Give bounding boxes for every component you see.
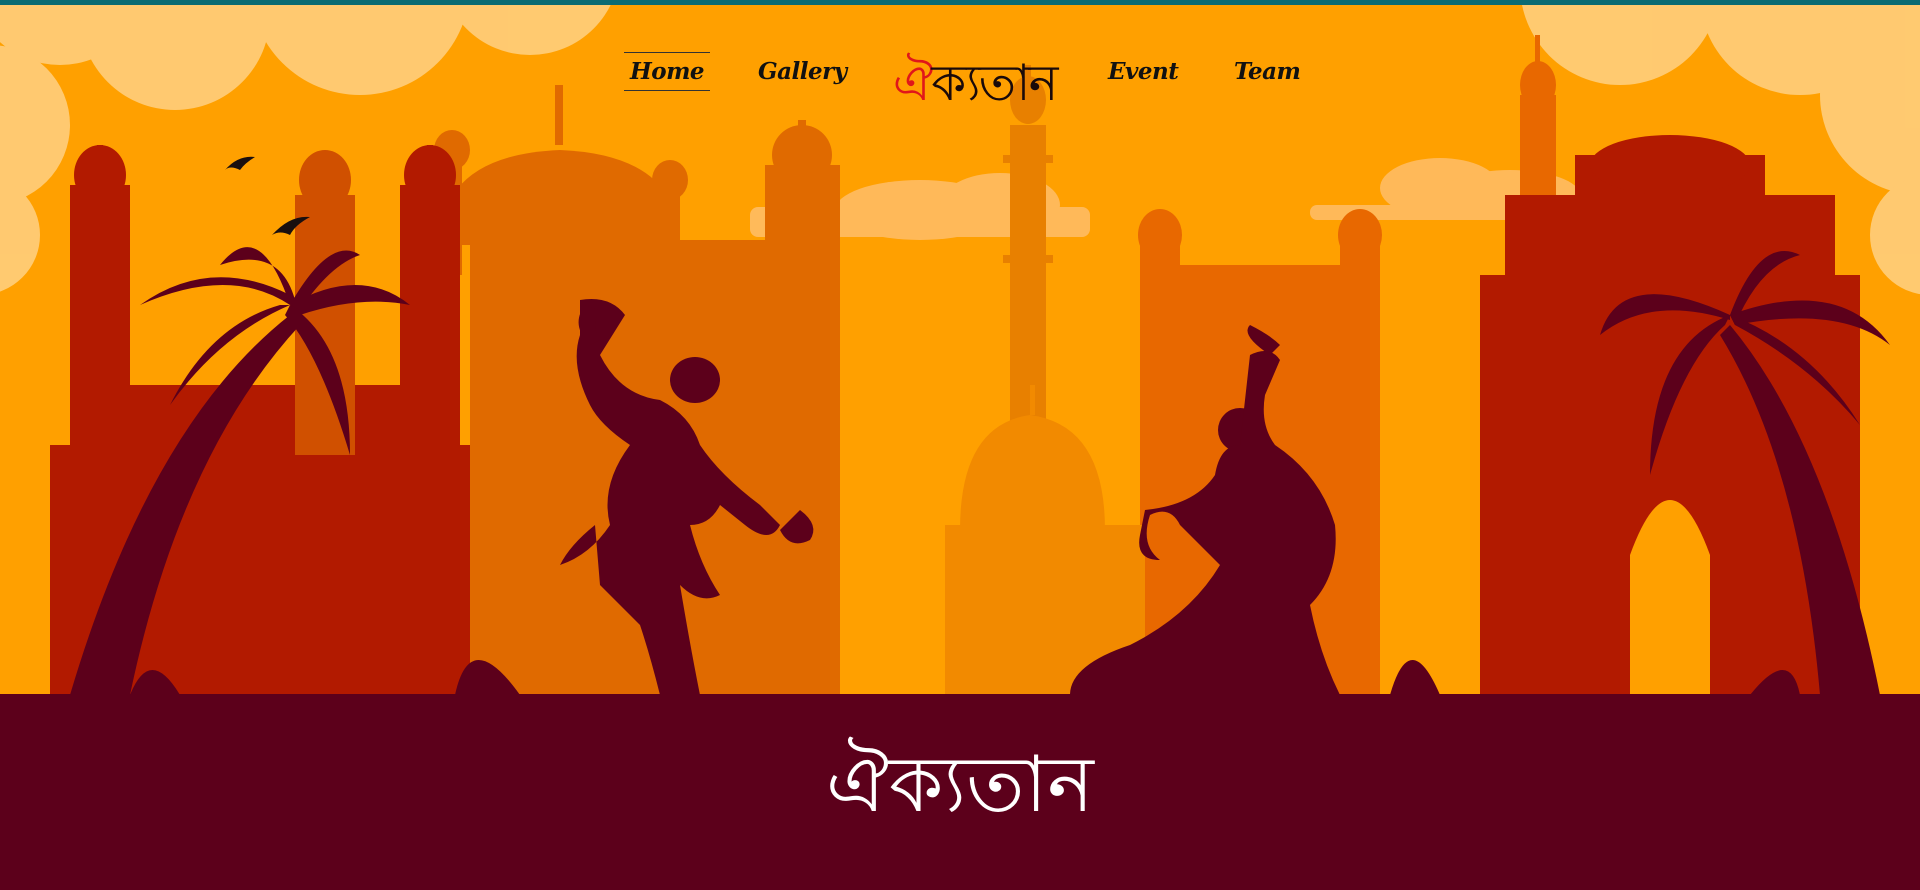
top-strip bbox=[0, 0, 1920, 5]
nav-gallery-link[interactable]: Gallery bbox=[758, 58, 847, 85]
brand-logo-rest: ক্যতান bbox=[931, 54, 1058, 112]
brand-logo-initial: ঐ bbox=[893, 54, 933, 112]
main-nav: Home Gallery ঐক্যতান Event Team bbox=[0, 20, 1920, 112]
title-band: ঐক্যতান bbox=[0, 694, 1920, 890]
india-gate-arch bbox=[1630, 500, 1710, 694]
nav-event-link[interactable]: Event bbox=[1108, 58, 1179, 85]
nav-team-link[interactable]: Team bbox=[1234, 58, 1301, 85]
hero-title: ঐক্যতান bbox=[826, 740, 1094, 830]
brand-logo[interactable]: ঐক্যতান bbox=[893, 46, 1059, 129]
nav-home-link[interactable]: Home bbox=[623, 52, 711, 91]
